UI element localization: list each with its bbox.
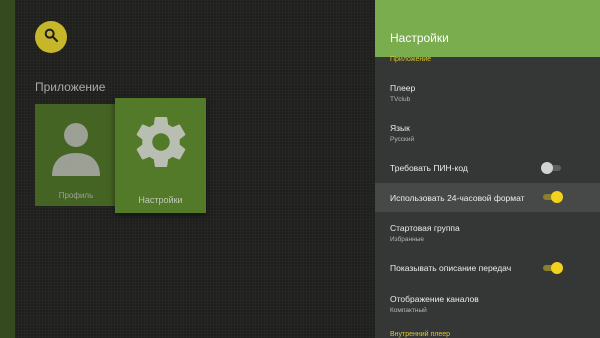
setting-require-pin-title: Требовать ПИН-код bbox=[390, 163, 468, 173]
setting-require-pin[interactable]: Требовать ПИН-код bbox=[375, 154, 600, 182]
toggle-knob bbox=[551, 191, 563, 203]
toggle-knob bbox=[551, 262, 563, 274]
setting-player-value: TVclub bbox=[390, 96, 411, 103]
setting-player-title: Плеер bbox=[390, 83, 416, 93]
person-icon bbox=[35, 118, 117, 178]
gear-icon bbox=[115, 112, 206, 172]
setting-channel-display-title: Отображение каналов bbox=[390, 294, 479, 304]
search-button[interactable] bbox=[35, 21, 67, 53]
group-label-internal-player: Внутренний плеер bbox=[390, 331, 451, 338]
setting-24h-format-title: Использовать 24-часовой формат bbox=[390, 193, 525, 203]
show-descriptions-toggle[interactable] bbox=[541, 262, 563, 274]
toggle-knob bbox=[541, 162, 553, 174]
setting-show-descriptions[interactable]: Показывать описание передач bbox=[375, 254, 600, 282]
setting-24h-format[interactable]: Использовать 24-часовой формат bbox=[375, 183, 600, 212]
setting-language[interactable]: Язык Русский bbox=[375, 115, 600, 149]
settings-tile-label: Настройки bbox=[138, 195, 183, 205]
left-edge-strip bbox=[0, 0, 15, 338]
settings-panel-header: Настройки bbox=[375, 0, 600, 57]
settings-panel-title: Настройки bbox=[390, 31, 449, 45]
setting-start-group-value: Избранные bbox=[390, 236, 424, 243]
require-pin-toggle[interactable] bbox=[541, 162, 563, 174]
setting-show-descriptions-title: Показывать описание передач bbox=[390, 263, 512, 273]
24h-format-toggle[interactable] bbox=[541, 191, 563, 203]
section-title-app: Приложение bbox=[35, 80, 106, 94]
setting-start-group[interactable]: Стартовая группа Избранные bbox=[375, 215, 600, 249]
settings-tile[interactable]: Настройки bbox=[115, 98, 206, 213]
group-label-app: Приложение bbox=[390, 56, 432, 63]
setting-channel-display[interactable]: Отображение каналов Компактный bbox=[375, 286, 600, 320]
setting-start-group-title: Стартовая группа bbox=[390, 223, 460, 233]
profile-tile-label: Профиль bbox=[58, 191, 94, 200]
search-icon bbox=[43, 27, 59, 48]
profile-tile[interactable]: Профиль bbox=[35, 104, 117, 206]
setting-language-title: Язык bbox=[390, 123, 410, 133]
settings-panel: Настройки Приложение Плеер TVclub Язык Р… bbox=[375, 0, 600, 338]
setting-channel-display-value: Компактный bbox=[390, 307, 427, 314]
setting-player[interactable]: Плеер TVclub bbox=[375, 76, 600, 110]
setting-language-value: Русский bbox=[390, 136, 415, 143]
